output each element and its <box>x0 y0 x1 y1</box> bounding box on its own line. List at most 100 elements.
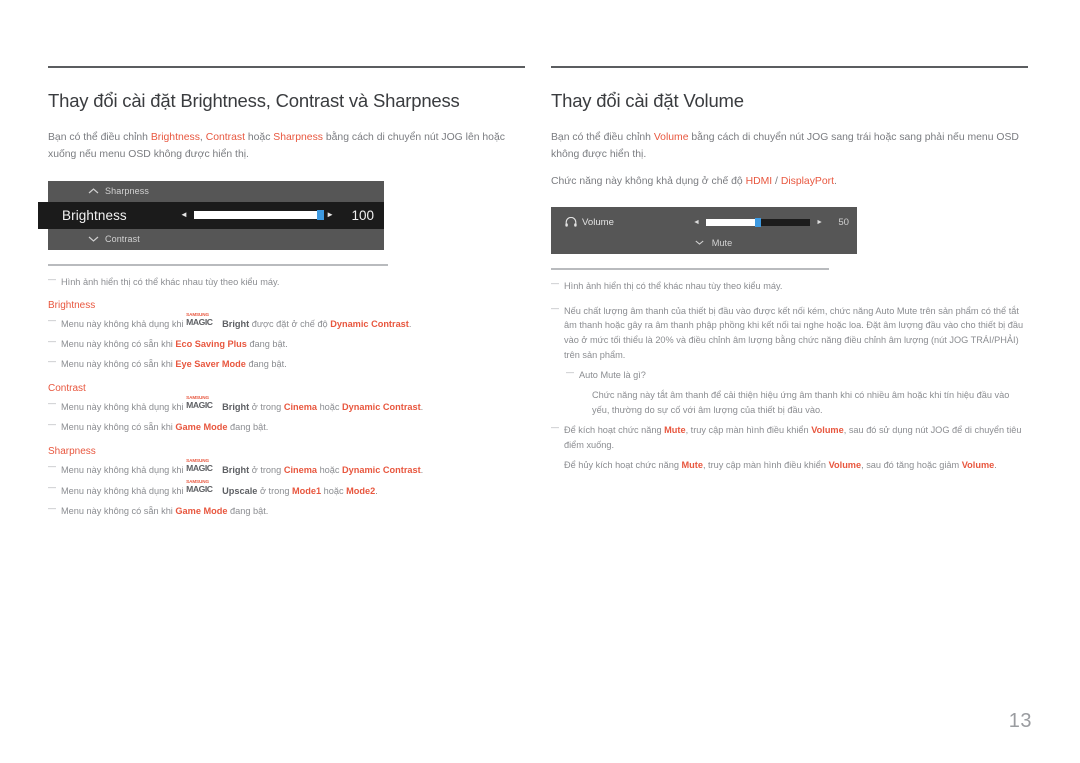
osd-item-label: Sharpness <box>105 186 149 196</box>
section-divider-rule <box>48 66 525 68</box>
samsung-magic-logo: SAMSUNG MAGIC <box>186 313 222 328</box>
note-text: . <box>375 485 378 496</box>
note-text: Menu này không khả dụng khi <box>61 485 187 496</box>
term-displayport: DisplayPort <box>780 175 834 187</box>
slider-knob[interactable] <box>755 217 761 227</box>
osd-item-sharpness[interactable]: Sharpness <box>48 181 384 202</box>
term-mute: Mute <box>681 459 703 470</box>
brightness-slider[interactable] <box>193 210 325 220</box>
osd-item-brightness-active[interactable]: Brightness ◄ ► 100 <box>38 201 384 229</box>
increase-arrow-icon[interactable]: ► <box>816 219 823 226</box>
brightness-value: 100 <box>351 207 374 223</box>
note-divider-rule <box>48 263 388 266</box>
volume-value: 50 <box>838 216 849 228</box>
note-text: Menu này không khả dụng khi <box>61 464 187 475</box>
term-dynamic-contrast: Dynamic Contrast <box>342 464 421 475</box>
term-eco-saving-plus: Eco Saving Plus <box>175 339 247 350</box>
osd-item-contrast[interactable]: Contrast <box>48 229 384 250</box>
slider-fill <box>705 218 758 226</box>
intro-text-part: hoặc <box>244 132 274 144</box>
volume-label-group: Volume <box>565 217 693 228</box>
term-bright: Bright <box>222 319 250 330</box>
osd-panel: Sharpness Brightness ◄ ► 100 Contrast <box>38 180 384 250</box>
caret-up-icon <box>88 187 99 196</box>
term-dynamic-contrast: Dynamic Contrast <box>330 319 409 330</box>
note-deactivate-mute: Để hủy kích hoạt chức năng Mute, truy cậ… <box>551 458 1028 473</box>
note-text: Menu này không có sẵn khi <box>61 505 176 516</box>
term-cinema: Cinema <box>283 402 318 413</box>
note-text: , truy cập màn hình điều khiển <box>685 424 812 435</box>
term-volume: Volume <box>653 132 689 144</box>
subheading-contrast: Contrast <box>48 383 86 395</box>
note-text: Để kích hoạt chức năng <box>564 424 665 435</box>
note-text: Menu này không khả dụng khi <box>61 319 187 330</box>
manual-page: Thay đổi cài đặt Brightness, Contrast và… <box>0 0 1080 763</box>
term-contrast: Contrast <box>205 132 245 144</box>
decrease-arrow-icon[interactable]: ◄ <box>693 219 700 226</box>
osd-active-label: Brightness <box>62 207 127 223</box>
intro-text-part: Chức năng này không khả dụng ở chế độ <box>551 175 746 187</box>
slider-knob[interactable] <box>317 210 325 220</box>
note-image-may-differ: Hình ảnh hiển thị có thể khác nhau tùy t… <box>48 274 525 290</box>
page-title-right: Thay đổi cài đặt Volume <box>551 90 744 111</box>
note-contrast-2: Menu này không có sẵn khi Game Mode đang… <box>48 419 525 435</box>
note-sharpness-3: Menu này không có sẵn khi Game Mode đang… <box>48 503 525 519</box>
osd-item-label: Mute <box>711 237 733 248</box>
decrease-arrow-icon[interactable]: ◄ <box>180 211 188 219</box>
note-text: hoặc <box>321 485 347 496</box>
term-game-mode: Game Mode <box>175 505 228 516</box>
intro-text-part: / <box>772 175 781 187</box>
note-text: , sau đó tăng hoặc giảm <box>861 459 962 470</box>
increase-arrow-icon[interactable]: ► <box>326 211 334 219</box>
right-intro-paragraph-2: Chức năng này không khả dụng ở chế độ HD… <box>551 173 1028 190</box>
note-text: . <box>420 402 424 413</box>
note-text: Menu này không khả dụng khi <box>61 402 187 413</box>
note-text: Để hủy kích hoạt chức năng <box>564 459 682 470</box>
note-sharpness-1: Menu này không khả dụng khi SAMSUNGMAGIC… <box>48 458 525 478</box>
note-text: ở trong <box>249 464 284 475</box>
term-bright: Bright <box>222 464 250 475</box>
volume-slider[interactable] <box>705 217 811 227</box>
left-column: Thay đổi cài đặt Brightness, Contrast và… <box>38 66 525 524</box>
note-text: được đặt ở chế độ <box>249 319 331 330</box>
osd-item-volume[interactable]: Volume ◄ ► 50 <box>551 211 857 234</box>
term-game-mode: Game Mode <box>175 422 228 433</box>
caret-down-icon <box>694 238 705 247</box>
note-divider-rule <box>551 267 829 270</box>
note-text: đang bật. <box>246 339 288 350</box>
page-number: 13 <box>1008 710 1032 732</box>
term-eye-saver-mode: Eye Saver Mode <box>175 359 246 370</box>
note-audio-quality: Nếu chất lượng âm thanh của thiết bị đầu… <box>551 303 1028 364</box>
note-text: Menu này không có sẵn khi <box>61 359 176 370</box>
term-volume: Volume <box>828 459 862 470</box>
note-text: Menu này không có sẵn khi <box>61 339 176 350</box>
note-text: ở trong <box>249 402 284 413</box>
term-brightness: Brightness <box>150 132 200 144</box>
term-hdmi: HDMI <box>745 175 773 187</box>
term-mode2: Mode2 <box>346 485 376 496</box>
term-upscale: Upscale <box>222 485 258 496</box>
term-volume: Volume <box>961 459 995 470</box>
note-text: , truy cập màn hình điều khiển <box>702 459 829 470</box>
osd-item-label: Volume <box>582 216 614 228</box>
left-intro-paragraph: Bạn có thể điều chỉnh Brightness, Contra… <box>48 129 525 163</box>
note-text: . <box>408 319 412 330</box>
note-brightness-3: Menu này không có sẵn khi Eye Saver Mode… <box>48 356 525 372</box>
note-text: đang bật. <box>245 359 287 370</box>
logo-bottom-text: MAGIC <box>186 462 213 473</box>
term-mute: Mute <box>664 424 686 435</box>
term-bright: Bright <box>222 402 250 413</box>
note-text: Menu này không có sẵn khi <box>61 422 176 433</box>
samsung-magic-logo: SAMSUNG MAGIC <box>186 396 222 411</box>
note-brightness-1: Menu này không khả dụng khi SAMSUNGMAGIC… <box>48 313 525 332</box>
caret-down-icon <box>88 235 99 244</box>
subheading-sharpness: Sharpness <box>48 445 96 457</box>
osd-item-mute[interactable]: Mute <box>551 234 857 252</box>
intro-text-part: Bạn có thể điều chỉnh <box>551 132 654 144</box>
term-dynamic-contrast: Dynamic Contrast <box>342 402 421 413</box>
note-text: đang bật. <box>227 505 269 516</box>
slider-fill <box>193 211 321 219</box>
osd-panel: Volume ◄ ► 50 Mute <box>551 206 857 254</box>
note-activate-mute: Để kích hoạt chức năng Mute, truy cập mà… <box>551 422 1028 453</box>
osd-volume-widget: Volume ◄ ► 50 Mute <box>551 206 1028 254</box>
